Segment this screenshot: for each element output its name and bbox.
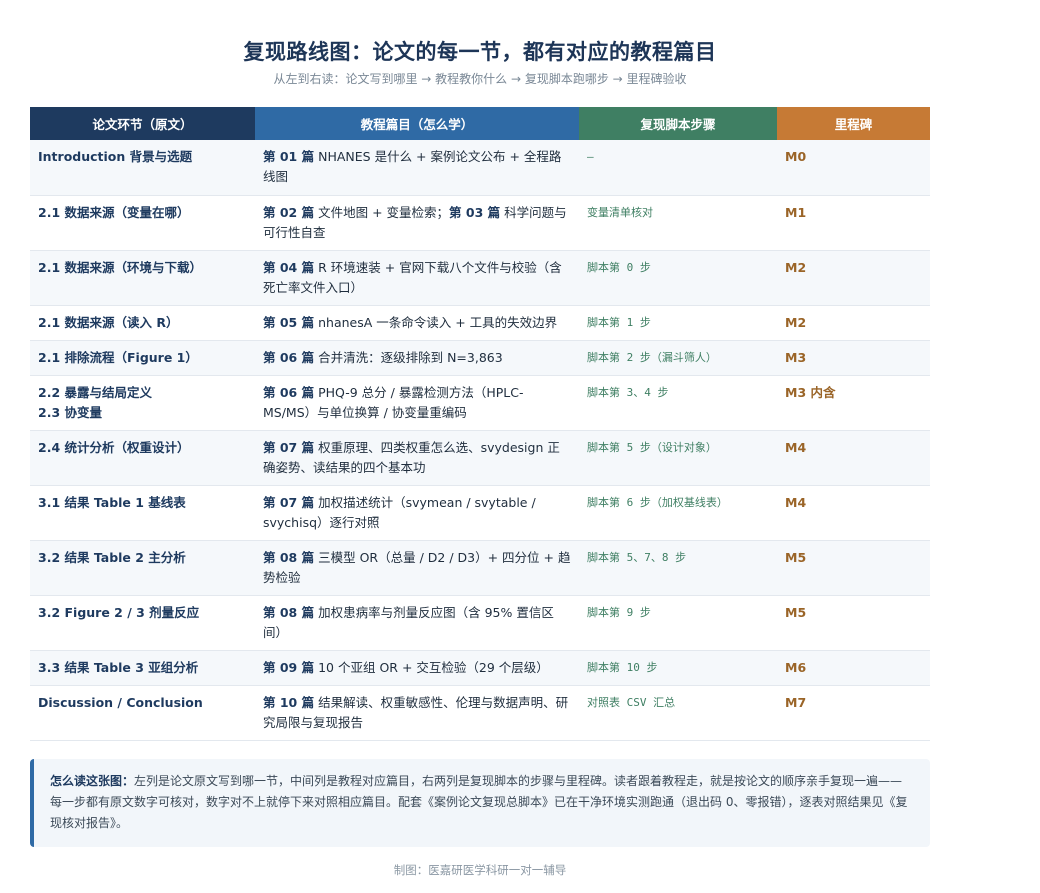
header-tutorial: 教程篇目（怎么学）: [255, 107, 579, 140]
tutorial-cell: 第 08 篇三模型 OR（总量 / D2 / D3）+ 四分位 + 趋势检验: [255, 540, 579, 596]
paper-section-cell: Discussion / Conclusion: [30, 685, 255, 741]
script-step-cell: 脚本第 5、7、8 步: [579, 540, 777, 596]
script-step-cell: 脚本第 5 步（设计对象）: [579, 430, 777, 486]
table-row: 2.1 数据来源（环境与下载）第 04 篇R 环境速装 + 官网下载八个文件与校…: [30, 250, 930, 306]
script-step-cell: 脚本第 10 步: [579, 650, 777, 686]
roadmap-table: 论文环节（原文） 教程篇目（怎么学） 复现脚本步骤 里程碑 Introducti…: [30, 107, 930, 741]
tutorial-text: 合并清洗：逐级排除到 N=3,863: [318, 349, 503, 365]
paper-section-cell: 2.4 统计分析（权重设计）: [30, 430, 255, 486]
table-row: 2.1 数据来源（变量在哪）第 02 篇文件地图 + 变量检索；第 03 篇科学…: [30, 195, 930, 251]
milestone-cell: M3 内含: [777, 375, 930, 431]
paper-section-cell: Introduction 背景与选题: [30, 140, 255, 196]
tutorial-cell: 第 06 篇合并清洗：逐级排除到 N=3,863: [255, 340, 579, 376]
milestone-cell: M7: [777, 685, 930, 741]
tutorial-tag: 第 09 篇: [263, 659, 315, 675]
paper-section-cell: 3.2 Figure 2 / 3 剂量反应: [30, 595, 255, 651]
header-milestone: 里程碑: [777, 107, 930, 140]
tutorial-tag: 第 06 篇: [263, 349, 315, 365]
table-body: Introduction 背景与选题第 01 篇 NHANES 是什么 + 案例论…: [30, 140, 930, 741]
tutorial-cell: 第 07 篇权重原理、四类权重怎么选、svydesign 正确姿势、读结果的四个…: [255, 430, 579, 486]
table-row: 3.1 结果 Table 1 基线表第 07 篇加权描述统计（svymean /…: [30, 485, 930, 541]
page-title: 复现路线图：论文的每一节，都有对应的教程篇目: [243, 40, 717, 64]
milestone-cell: M3: [777, 340, 930, 376]
script-step-cell: 脚本第 0 步: [579, 250, 777, 306]
milestone-cell: M5: [777, 595, 930, 651]
table-row: 2.1 排除流程（Figure 1）第 06 篇合并清洗：逐级排除到 N=3,8…: [30, 340, 930, 376]
note-label: 怎么读这张图：: [50, 774, 135, 788]
paper-section-cell: 2.2 暴露与结局定义 2.3 协变量: [30, 375, 255, 431]
header-paper-section: 论文环节（原文）: [30, 107, 255, 140]
tutorial-tag: 第 07 篇: [263, 439, 315, 455]
table-row: 3.2 结果 Table 2 主分析第 08 篇三模型 OR（总量 / D2 /…: [30, 540, 930, 596]
script-step-cell: 脚本第 2 步（漏斗筛人）: [579, 340, 777, 376]
paper-section-cell: 2.1 数据来源（环境与下载）: [30, 250, 255, 306]
tutorial-cell: 第 10 篇结果解读、权重敏感性、伦理与数据声明、研究局限与复现报告: [255, 685, 579, 741]
milestone-cell: M4: [777, 430, 930, 486]
milestone-cell: M1: [777, 195, 930, 251]
tutorial-cell: 第 05 篇 nhanesA 一条命令读入 + 工具的失效边界: [255, 305, 579, 341]
paper-section-cell: 2.1 排除流程（Figure 1）: [30, 340, 255, 376]
note-text: 左列是论文原文写到哪一节，中间列是教程对应篇目，右两列是复现脚本的步骤与里程碑。…: [50, 774, 908, 830]
tutorial-cell: 第 01 篇 NHANES 是什么 + 案例论文公布 + 全程路线图: [255, 140, 579, 196]
tutorial-cell: 第 07 篇加权描述统计（svymean / svytable / svychi…: [255, 485, 579, 541]
table-row: 2.4 统计分析（权重设计）第 07 篇权重原理、四类权重怎么选、svydesi…: [30, 430, 930, 486]
paper-section-cell: 3.3 结果 Table 3 亚组分析: [30, 650, 255, 686]
table-row: Introduction 背景与选题第 01 篇 NHANES 是什么 + 案例论…: [30, 140, 930, 196]
tutorial-tag: 第 04 篇: [263, 259, 315, 275]
tutorial-cell: 第 02 篇文件地图 + 变量检索；第 03 篇科学问题与可行性自查: [255, 195, 579, 251]
header-script-step: 复现脚本步骤: [579, 107, 777, 140]
milestone-cell: M5: [777, 540, 930, 596]
milestone-cell: M4: [777, 485, 930, 541]
tutorial-tag: 第 10 篇: [263, 694, 315, 710]
paper-section-cell: 3.1 结果 Table 1 基线表: [30, 485, 255, 541]
milestone-cell: M0: [777, 140, 930, 196]
tutorial-tag: 第 07 篇: [263, 494, 315, 510]
script-step-cell: 变量清单核对: [579, 195, 777, 251]
tutorial-tag: 第 08 篇: [263, 604, 315, 620]
script-step-cell: 脚本第 3、4 步: [579, 375, 777, 431]
tutorial-tag: 第 06 篇: [263, 384, 315, 400]
table-row: Discussion / Conclusion 第 10 篇结果解读、权重敏感性、…: [30, 685, 930, 741]
script-step-cell: 脚本第 6 步（加权基线表）: [579, 485, 777, 541]
tutorial-tag: 第 05 篇: [263, 314, 315, 330]
tutorial-tag: 第 08 篇: [263, 549, 315, 565]
milestone-cell: M2: [777, 250, 930, 306]
table-row: 3.2 Figure 2 / 3 剂量反应第 08 篇加权患病率与剂量反应图（含…: [30, 595, 930, 651]
tutorial-text: 10 个亚组 OR + 交互检验（29 个层级）: [318, 659, 549, 675]
script-step-cell: —: [579, 140, 777, 196]
footer-credit: 制图：医嘉研医学科研一对一辅导: [393, 863, 567, 877]
tutorial-tag: 第 02 篇: [263, 204, 315, 220]
paper-section-cell: 2.1 数据来源（变量在哪）: [30, 195, 255, 251]
paper-section-cell: 3.2 结果 Table 2 主分析: [30, 540, 255, 596]
paper-section-cell: 2.1 数据来源（读入 R）: [30, 305, 255, 341]
tutorial-cell: 第 08 篇加权患病率与剂量反应图（含 95% 置信区间）: [255, 595, 579, 651]
reading-note: 怎么读这张图：左列是论文原文写到哪一节，中间列是教程对应篇目，右两列是复现脚本的…: [30, 759, 930, 847]
script-step-cell: 脚本第 9 步: [579, 595, 777, 651]
table-row: 3.3 结果 Table 3 亚组分析第 09 篇 10 个亚组 OR + 交互检…: [30, 650, 930, 686]
script-step-cell: 脚本第 1 步: [579, 305, 777, 341]
tutorial-cell: 第 09 篇 10 个亚组 OR + 交互检验（29 个层级）: [255, 650, 579, 686]
script-step-cell: 对照表 CSV 汇总: [579, 685, 777, 741]
tutorial-text: nhanesA 一条命令读入 + 工具的失效边界: [318, 314, 558, 330]
table-header-row: 论文环节（原文） 教程篇目（怎么学） 复现脚本步骤 里程碑: [30, 107, 930, 140]
tutorial-cell: 第 04 篇R 环境速装 + 官网下载八个文件与校验（含死亡率文件入口）: [255, 250, 579, 306]
table-row: 2.2 暴露与结局定义 2.3 协变量第 06 篇 PHQ-9 总分 / 暴露检测…: [30, 375, 930, 431]
page-subtitle: 从左到右读：论文写到哪里 → 教程教你什么 → 复现脚本跑哪步 → 里程碑验收: [273, 72, 687, 86]
milestone-cell: M6: [777, 650, 930, 686]
tutorial-cell: 第 06 篇 PHQ-9 总分 / 暴露检测方法（HPLC-MS/MS）与单位换算…: [255, 375, 579, 431]
milestone-cell: M2: [777, 305, 930, 341]
roadmap-page: 复现路线图：论文的每一节，都有对应的教程篇目 从左到右读：论文写到哪里 → 教程…: [0, 0, 1040, 893]
table-row: 2.1 数据来源（读入 R）第 05 篇 nhanesA 一条命令读入 + 工具的…: [30, 305, 930, 341]
tutorial-tag: 第 03 篇: [449, 204, 501, 220]
tutorial-tag: 第 01 篇: [263, 149, 315, 164]
tutorial-text: 文件地图 + 变量检索；: [318, 204, 450, 220]
